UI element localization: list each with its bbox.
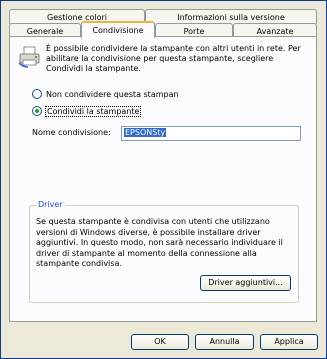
radio-condividi[interactable]: Condividi la stampante [32, 105, 142, 117]
radio-button-checked[interactable] [32, 106, 42, 116]
tab-label: Informazioni sulla versione [177, 13, 285, 22]
share-name-value: EPSONSty [124, 128, 167, 137]
radio-button[interactable] [32, 89, 42, 99]
share-name-label: Nome condivisione: [32, 128, 111, 137]
tab-informazioni-versione[interactable]: Informazioni sulla versione [145, 9, 317, 24]
additional-drivers-button[interactable]: Driver aggiuntivi... [200, 275, 291, 291]
tab-panel-condivisione: È possibile condividere la stampante con… [9, 36, 317, 322]
radio-label: Condividi la stampante [44, 105, 142, 117]
tab-label: Condivisione [92, 26, 144, 35]
tab-label: Porte [183, 27, 205, 36]
driver-group-title: Driver [36, 200, 65, 209]
sharing-description: È possibile condividere la stampante con… [46, 44, 301, 73]
driver-group: Driver Se questa stampante è condivisa c… [29, 200, 299, 303]
radio-non-condividere[interactable]: Non condividere questa stampan [32, 89, 179, 99]
cancel-button[interactable]: Annulla [195, 334, 254, 350]
share-name-input[interactable]: EPSONSty [121, 126, 301, 141]
tab-label: Generale [26, 27, 64, 36]
tab-condivisione[interactable]: Condivisione [81, 21, 155, 38]
radio-label: Non condividere questa stampan [46, 89, 179, 99]
tab-label: Avanzate [256, 27, 294, 36]
ok-button[interactable]: OK [131, 334, 189, 350]
driver-description: Se questa stampante è condivisa con uten… [36, 217, 283, 268]
printer-icon [18, 46, 40, 68]
apply-button[interactable]: Applica [260, 334, 318, 350]
